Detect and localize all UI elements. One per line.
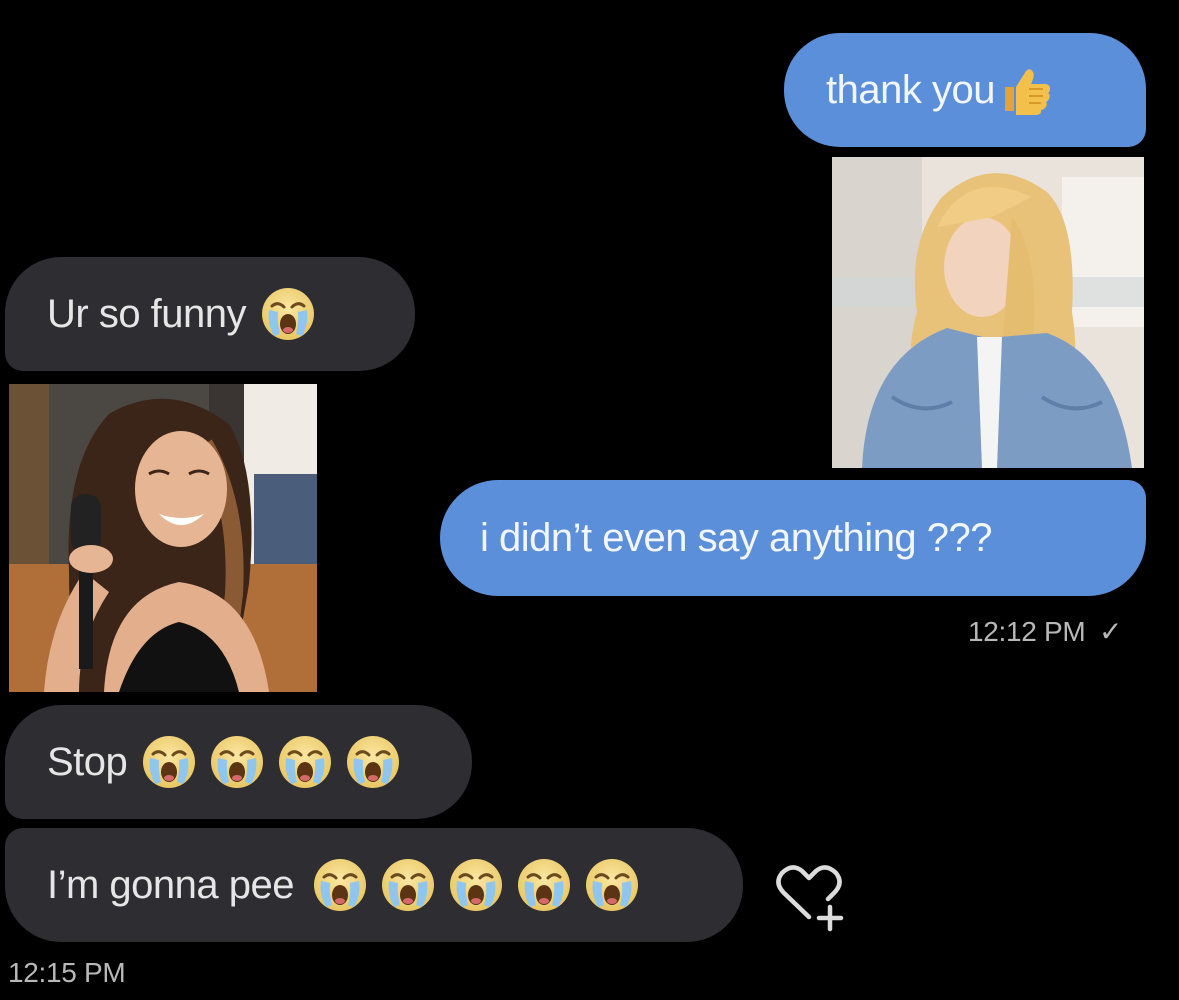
- loudly-crying-face-icon: [209, 734, 265, 790]
- message-bubble-stop[interactable]: Stop: [5, 705, 472, 819]
- message-bubble-ur-so-funny[interactable]: Ur so funny: [5, 257, 415, 371]
- message-text: Ur so funny: [47, 291, 247, 336]
- thumbs-up-icon: [999, 63, 1053, 117]
- read-check-icon: ✓: [1098, 616, 1123, 647]
- message-bubble-gonna-pee[interactable]: I’m gonna pee: [5, 828, 743, 942]
- message-text: thank you: [826, 67, 995, 112]
- loudly-crying-face-icon: [380, 857, 436, 913]
- received-photo[interactable]: [9, 384, 317, 692]
- loudly-crying-face-icon: [584, 857, 640, 913]
- received-timestamp: 12:15 PM: [8, 957, 126, 989]
- message-text: i didn’t even say anything ???: [480, 515, 993, 560]
- sent-photo[interactable]: [832, 157, 1144, 468]
- loudly-crying-face-icon: [141, 734, 197, 790]
- loudly-crying-face-icon: [345, 734, 401, 790]
- heart-plus-icon[interactable]: [770, 855, 848, 933]
- message-bubble-thank-you[interactable]: thank you: [784, 33, 1146, 147]
- loudly-crying-face-icon: [277, 734, 333, 790]
- message-text: I’m gonna pee: [47, 862, 295, 907]
- loudly-crying-face-icon: [516, 857, 572, 913]
- timestamp-text: 12:15 PM: [8, 957, 126, 988]
- message-text: Stop: [47, 739, 128, 784]
- message-bubble-didnt-say-anything[interactable]: i didn’t even say anything ???: [440, 480, 1146, 596]
- loudly-crying-face-icon: [260, 286, 316, 342]
- loudly-crying-face-icon: [448, 857, 504, 913]
- timestamp-text: 12:12 PM: [968, 616, 1086, 647]
- sent-timestamp: 12:12 PM ✓: [968, 615, 1122, 648]
- loudly-crying-face-icon: [312, 857, 368, 913]
